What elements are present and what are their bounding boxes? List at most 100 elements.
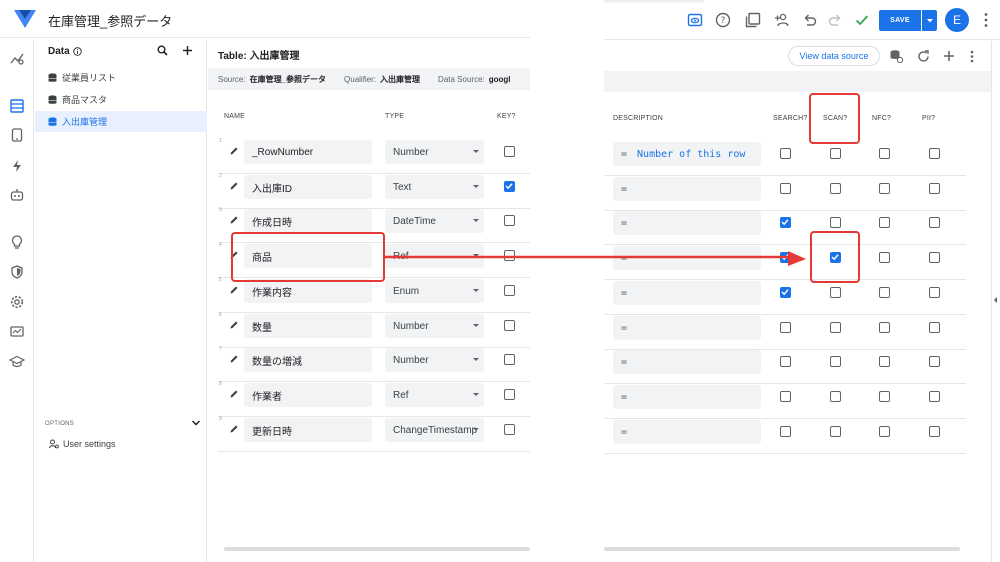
rail-security-icon[interactable] (7, 262, 27, 282)
rail-automation-icon[interactable] (7, 185, 27, 205)
pii-checkbox[interactable] (929, 426, 940, 437)
column-type-select[interactable]: Enum (385, 279, 484, 303)
add-table-icon[interactable] (182, 45, 193, 56)
more-vert-icon[interactable] (984, 12, 988, 28)
pencil-icon[interactable] (229, 424, 239, 434)
pii-checkbox[interactable] (929, 148, 940, 159)
description-field[interactable]: = (613, 177, 761, 201)
key-checkbox[interactable] (504, 215, 515, 226)
rail-monitor-icon[interactable] (7, 322, 27, 342)
pii-checkbox[interactable] (929, 183, 940, 194)
scan-checkbox[interactable] (830, 287, 841, 298)
pencil-icon[interactable] (229, 215, 239, 225)
column-type-select[interactable]: ChangeTimestamp (385, 418, 484, 442)
rail-info-icon[interactable] (7, 49, 27, 69)
pii-checkbox[interactable] (929, 322, 940, 333)
avatar[interactable]: E (945, 8, 969, 32)
nfc-checkbox[interactable] (879, 217, 890, 228)
share-icon[interactable] (773, 11, 791, 29)
pencil-icon[interactable] (229, 354, 239, 364)
redo-icon[interactable] (826, 11, 844, 29)
nfc-checkbox[interactable] (879, 287, 890, 298)
chevron-down-icon[interactable] (191, 419, 201, 427)
search-checkbox[interactable] (780, 148, 791, 159)
column-name-field[interactable]: 作成日時 (244, 209, 372, 233)
search-icon[interactable] (157, 45, 168, 56)
view-data-source-button[interactable]: View data source (788, 46, 880, 66)
column-type-select[interactable]: Number (385, 140, 484, 164)
save-button[interactable]: SAVE (879, 10, 921, 31)
search-checkbox[interactable] (780, 356, 791, 367)
nfc-checkbox[interactable] (879, 391, 890, 402)
search-checkbox[interactable] (780, 322, 791, 333)
scan-checkbox[interactable] (830, 322, 841, 333)
key-checkbox[interactable] (504, 146, 515, 157)
description-field[interactable]: = (613, 350, 761, 374)
regenerate-schema-icon[interactable] (889, 49, 903, 63)
column-name-field[interactable]: _RowNumber (244, 140, 372, 164)
pencil-icon[interactable] (229, 285, 239, 295)
check-icon[interactable] (853, 11, 871, 29)
scan-checkbox[interactable] (830, 426, 841, 437)
search-checkbox[interactable] (780, 287, 791, 298)
info-icon[interactable] (72, 47, 82, 56)
table-item-products[interactable]: 商品マスタ (35, 89, 207, 110)
add-column-icon[interactable] (942, 49, 956, 63)
key-checkbox[interactable] (504, 424, 515, 435)
key-checkbox[interactable] (504, 181, 515, 192)
horizontal-scrollbar-left[interactable] (224, 547, 530, 551)
copy-icon[interactable] (744, 11, 762, 29)
scan-checkbox[interactable] (830, 391, 841, 402)
nfc-checkbox[interactable] (879, 426, 890, 437)
column-name-field[interactable]: 数量の増減 (244, 348, 372, 372)
column-name-field[interactable]: 入出庫ID (244, 175, 372, 199)
rail-settings-icon[interactable] (7, 292, 27, 312)
user-settings-item[interactable]: User settings (49, 439, 116, 449)
table-item-inventory[interactable]: 入出庫管理 (35, 111, 207, 132)
pii-checkbox[interactable] (929, 217, 940, 228)
rail-actions-icon[interactable] (7, 156, 27, 176)
scan-checkbox[interactable] (830, 148, 841, 159)
pii-checkbox[interactable] (929, 391, 940, 402)
help-icon[interactable]: ? (714, 11, 732, 29)
save-dropdown-button[interactable] (922, 10, 937, 31)
column-type-select[interactable]: Number (385, 314, 484, 338)
description-field[interactable]: = (613, 316, 761, 340)
pencil-icon[interactable] (229, 181, 239, 191)
search-checkbox[interactable] (780, 391, 791, 402)
nfc-checkbox[interactable] (879, 356, 890, 367)
column-name-field[interactable]: 作業内容 (244, 279, 372, 303)
horizontal-scrollbar-right[interactable] (604, 547, 960, 551)
key-checkbox[interactable] (504, 285, 515, 296)
column-name-field[interactable]: 作業者 (244, 383, 372, 407)
description-field[interactable]: = (613, 281, 761, 305)
rail-views-icon[interactable] (7, 125, 27, 145)
pencil-icon[interactable] (229, 146, 239, 156)
preview-icon[interactable] (686, 11, 704, 29)
undo-icon[interactable] (801, 11, 819, 29)
pencil-icon[interactable] (229, 320, 239, 330)
pii-checkbox[interactable] (929, 287, 940, 298)
description-field[interactable]: = (613, 420, 761, 444)
refresh-icon[interactable] (916, 49, 930, 63)
key-checkbox[interactable] (504, 320, 515, 331)
description-field[interactable]: = (613, 211, 761, 235)
description-field[interactable]: = (613, 385, 761, 409)
pii-checkbox[interactable] (929, 356, 940, 367)
description-field[interactable]: = Number of this row (613, 142, 761, 166)
column-name-field[interactable]: 数量 (244, 314, 372, 338)
nfc-checkbox[interactable] (879, 148, 890, 159)
scan-checkbox[interactable] (830, 356, 841, 367)
rail-data-icon[interactable] (3, 92, 31, 120)
search-checkbox[interactable] (780, 217, 791, 228)
nfc-checkbox[interactable] (879, 183, 890, 194)
key-checkbox[interactable] (504, 389, 515, 400)
nfc-checkbox[interactable] (879, 322, 890, 333)
nfc-checkbox[interactable] (879, 252, 890, 263)
column-type-select[interactable]: Text (385, 175, 484, 199)
column-type-select[interactable]: DateTime (385, 209, 484, 233)
rail-intelligence-icon[interactable] (7, 232, 27, 252)
collapse-panel-tab[interactable] (991, 41, 1000, 562)
table-item-employees[interactable]: 従業員リスト (35, 67, 207, 88)
search-checkbox[interactable] (780, 426, 791, 437)
